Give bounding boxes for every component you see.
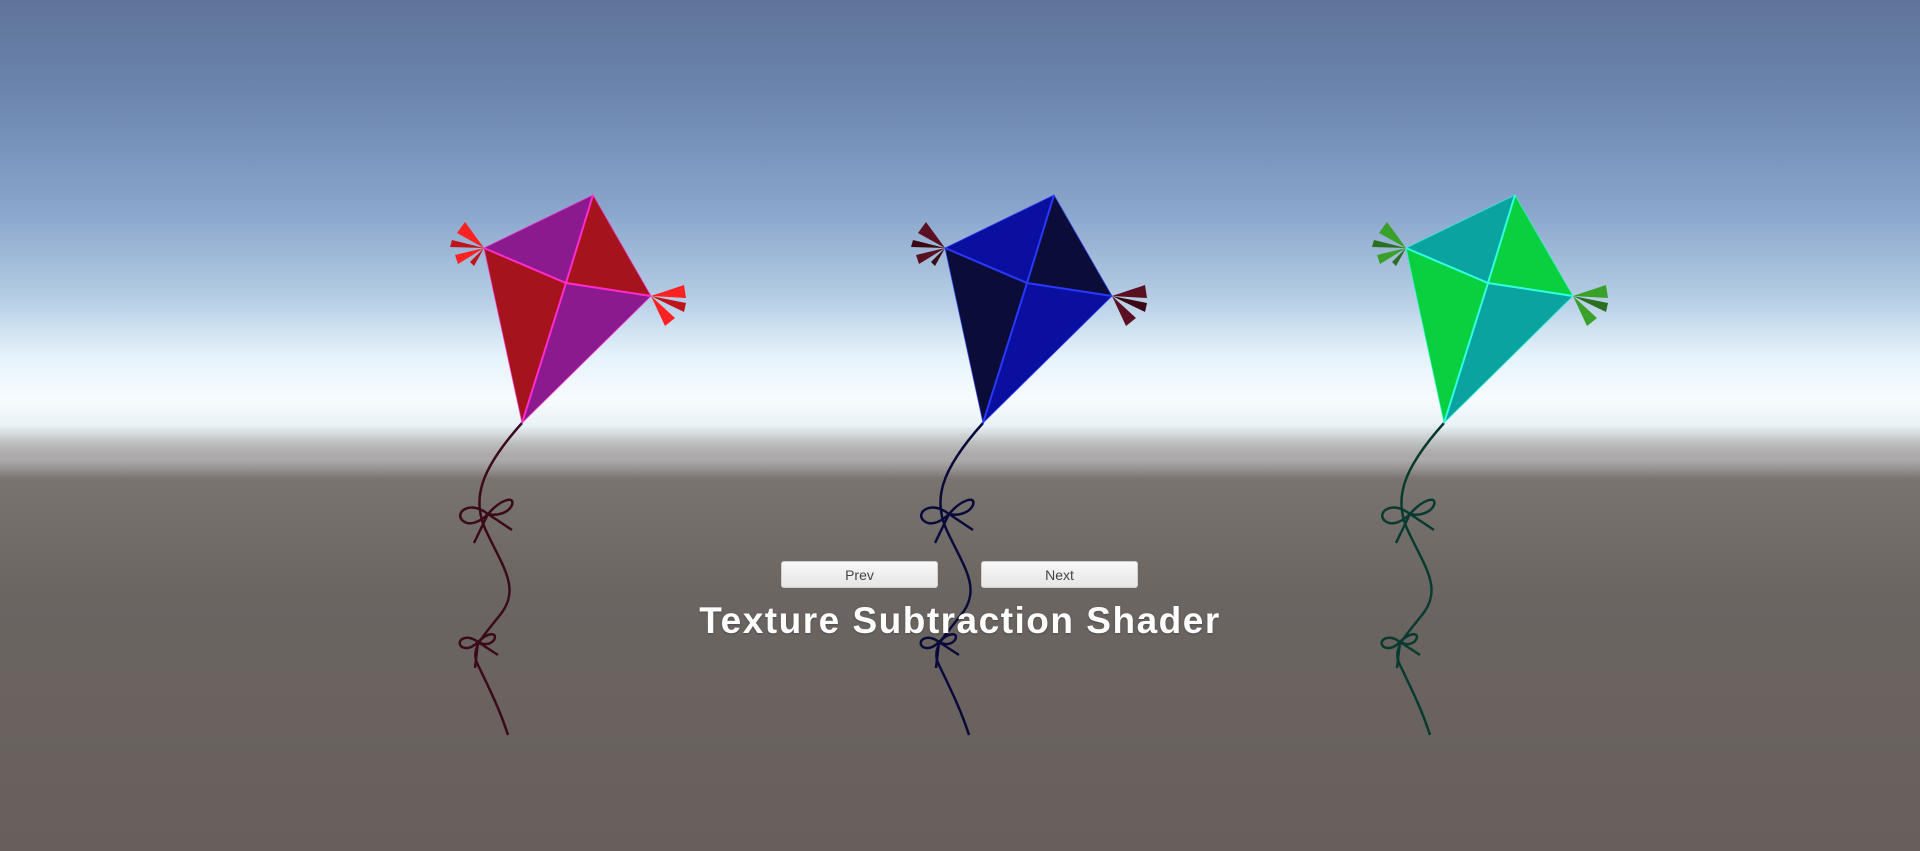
game-viewport: Prev Next Texture Subtraction Shader (0, 0, 1920, 851)
kite-string (474, 422, 523, 736)
kite-string (1396, 422, 1445, 736)
string-bow (920, 498, 975, 544)
kites-layer (450, 194, 1608, 736)
kite-string (935, 422, 984, 736)
shader-title: Texture Subtraction Shader (699, 600, 1221, 641)
kite-tail (455, 248, 484, 264)
string-bow (459, 498, 514, 544)
kite-tail (1573, 285, 1608, 298)
kite-tail (1377, 248, 1406, 264)
kite-tail (651, 285, 686, 298)
kite-blue (911, 194, 1147, 736)
kite-green-teal (1372, 194, 1608, 736)
kite-tail (1112, 285, 1147, 298)
kite-tail (916, 248, 945, 264)
string-bow (1381, 498, 1436, 544)
prev-button[interactable]: Prev (781, 561, 938, 588)
next-button[interactable]: Next (981, 561, 1138, 588)
kite-red-purple (450, 194, 686, 736)
